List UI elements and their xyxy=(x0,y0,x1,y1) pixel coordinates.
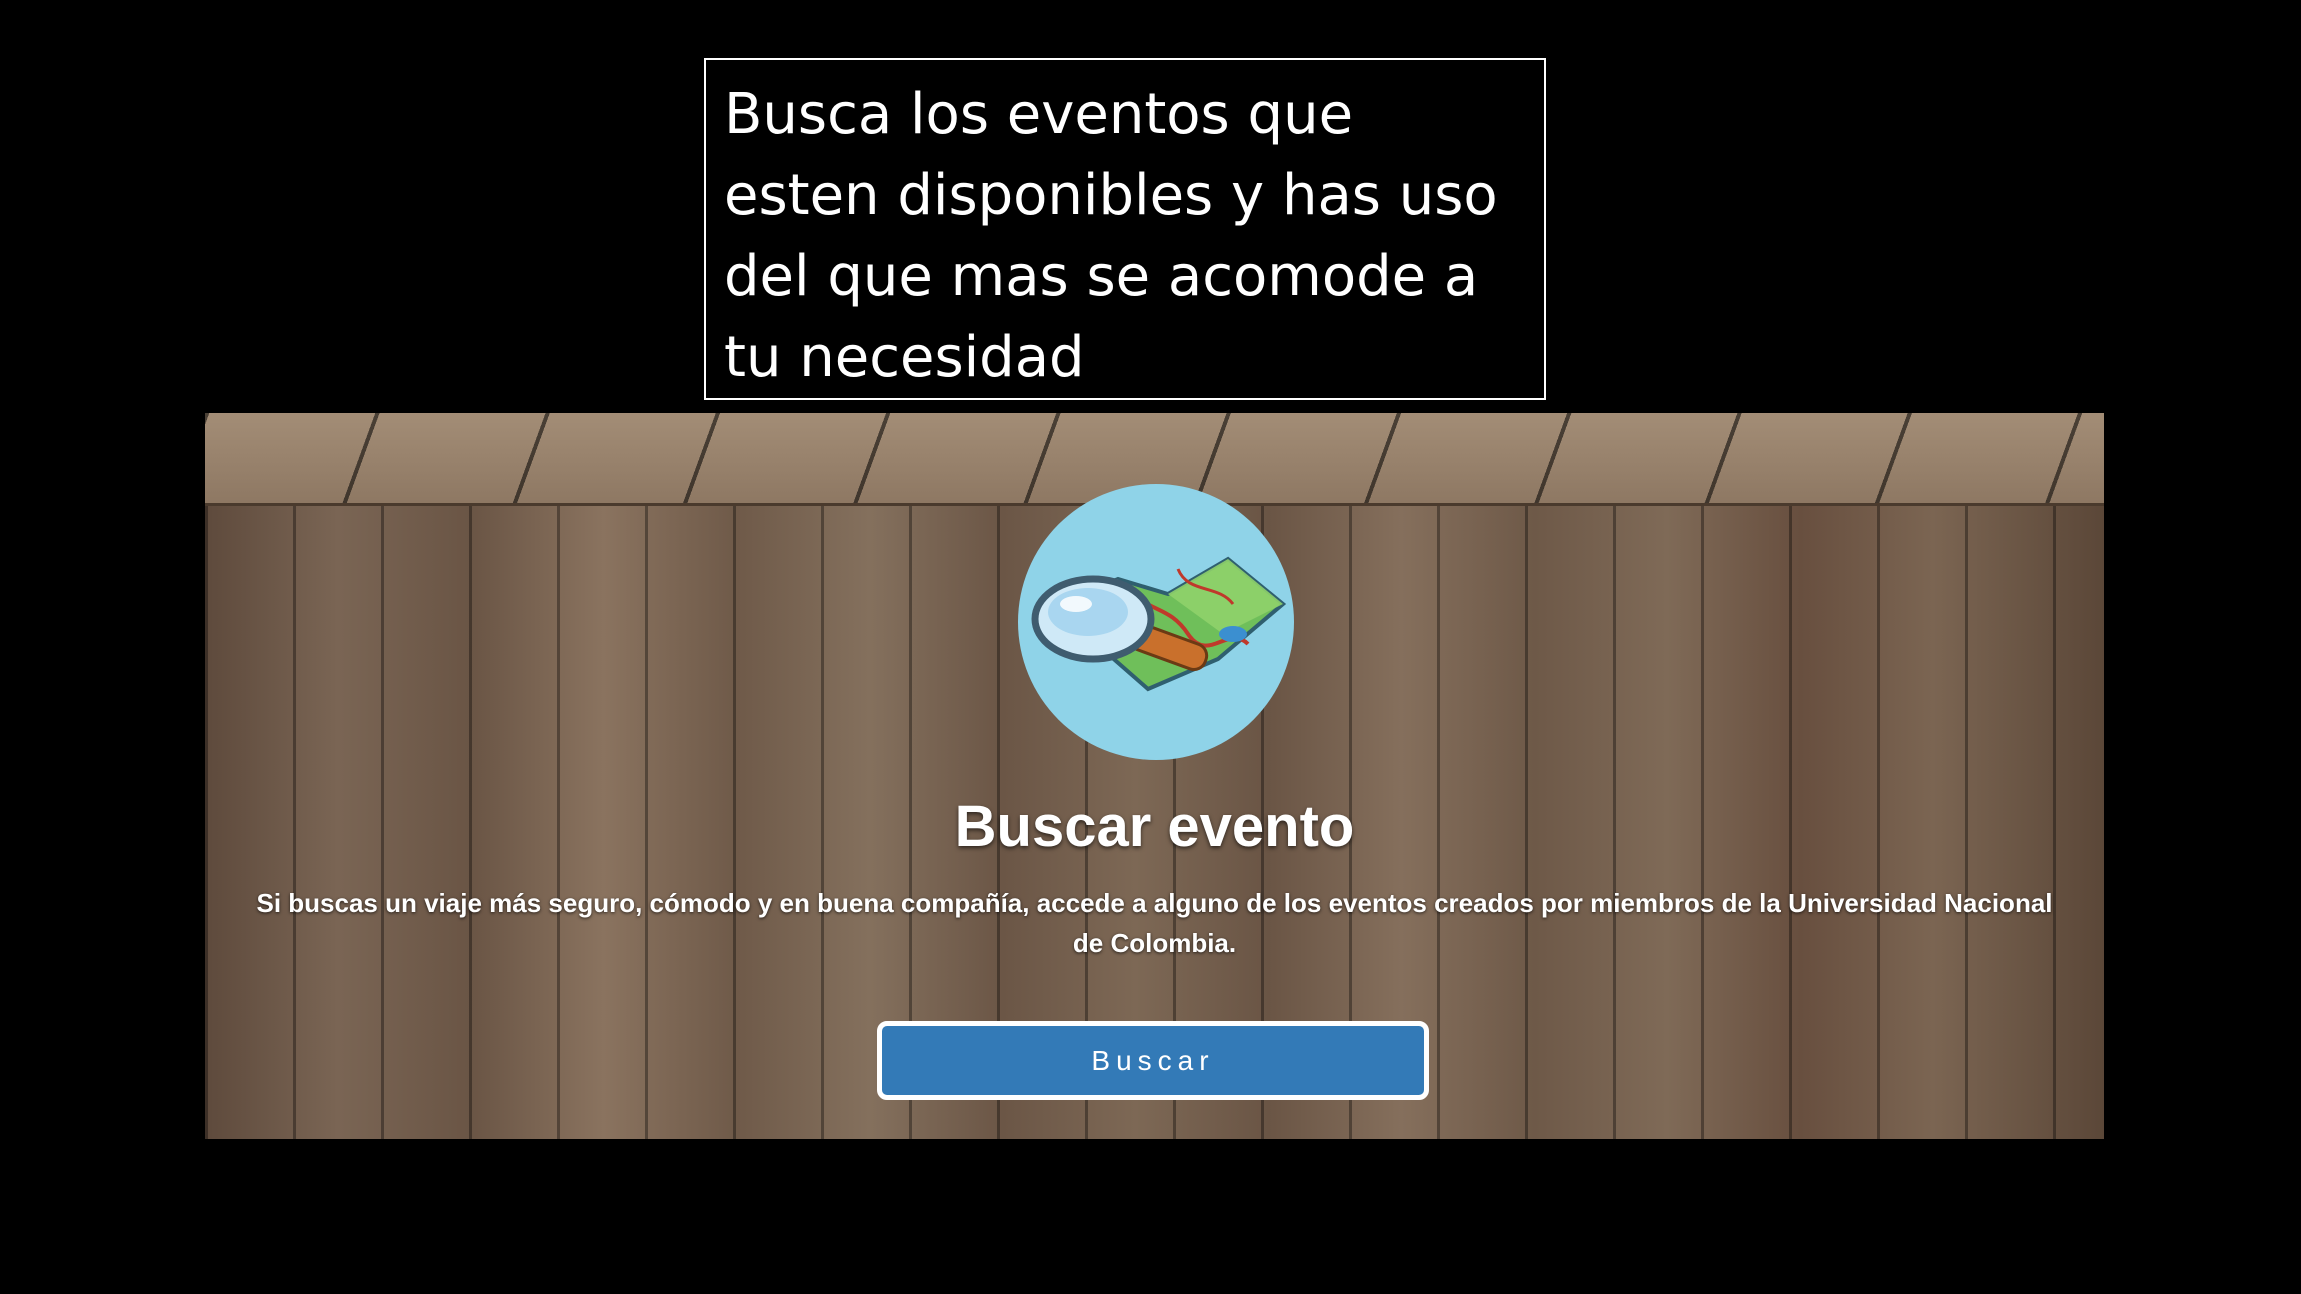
map-search-icon xyxy=(1018,484,1294,760)
card-description: Si buscas un viaje más seguro, cómodo y … xyxy=(256,888,2053,958)
search-event-panel: Buscar evento Si buscas un viaje más seg… xyxy=(205,413,2104,1139)
search-button-label: Buscar xyxy=(1091,1044,1215,1076)
card-title: Buscar evento xyxy=(954,794,1355,859)
instruction-callout: Busca los eventos que esten disponibles … xyxy=(704,58,1546,400)
search-button[interactable]: Buscar xyxy=(877,1021,1429,1100)
instruction-text: Busca los eventos que esten disponibles … xyxy=(724,82,1498,390)
